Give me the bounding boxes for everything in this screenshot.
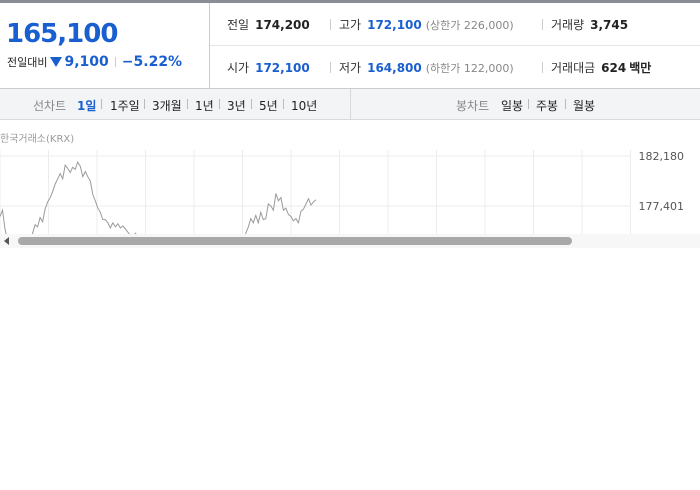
change-percent: −5.22% bbox=[121, 54, 183, 70]
scroll-left-arrow-icon[interactable] bbox=[4, 237, 9, 245]
price-chart-svg: 182,180 177,401 bbox=[0, 150, 685, 234]
stat-label: 고가 bbox=[339, 18, 362, 32]
stat-unit: 백만 bbox=[629, 61, 652, 75]
y-tick-label: 177,401 bbox=[639, 200, 685, 213]
divider bbox=[542, 19, 543, 30]
stat-label: 전일 bbox=[227, 18, 250, 32]
current-price: 165,100 bbox=[6, 19, 118, 49]
price-stats: 전일 174,200 고가 172,100 (상한가 226,000) 거래량 3,74… bbox=[210, 3, 700, 88]
stock-summary: 165,100 전일대비 9,100 −5.22% 전일 174,200 고가 172,… bbox=[0, 3, 700, 89]
candle-chart-tabs: 봉차트 일봉 주봉 월봉 bbox=[351, 89, 700, 119]
divider bbox=[187, 99, 188, 109]
stat-value: 3,745 bbox=[590, 18, 629, 32]
tab-3-months[interactable]: 3개월 bbox=[152, 97, 182, 114]
stat-high: 고가 172,100 (상한가 226,000) bbox=[330, 16, 514, 33]
tab-daily-candle[interactable]: 일봉 bbox=[501, 97, 523, 114]
stat-label: 시가 bbox=[227, 61, 250, 75]
price-box: 165,100 전일대비 9,100 −5.22% bbox=[0, 3, 210, 88]
divider bbox=[565, 99, 566, 109]
divider bbox=[114, 57, 116, 67]
stat-low: 저가 164,800 (하한가 122,000) bbox=[330, 59, 514, 76]
tab-1-day[interactable]: 1일 bbox=[77, 97, 96, 114]
stat-label: 거래량 bbox=[551, 18, 585, 32]
row-divider bbox=[210, 45, 700, 46]
change-row: 전일대비 9,100 −5.22% bbox=[7, 54, 182, 70]
chart-tabs: 선차트 1일 1주일 3개월 1년 3년 5년 10년 봉차트 일봉 주봉 월봉 bbox=[0, 89, 700, 120]
stat-value: 624 bbox=[601, 61, 627, 75]
divider bbox=[251, 99, 252, 109]
change-label: 전일대비 bbox=[7, 56, 48, 69]
stat-open: 시가 172,100 bbox=[227, 59, 310, 76]
down-triangle-icon bbox=[50, 57, 63, 67]
stat-value: 172,100 bbox=[255, 61, 310, 75]
candle-chart-title: 봉차트 bbox=[456, 99, 490, 113]
price-line bbox=[0, 160, 317, 234]
tab-5-years[interactable]: 5년 bbox=[259, 97, 278, 114]
price-chart: 182,180 177,401 bbox=[0, 120, 700, 234]
tab-10-years[interactable]: 10년 bbox=[291, 97, 317, 114]
tab-1-week[interactable]: 1주일 bbox=[110, 97, 140, 114]
stat-turnover: 거래대금 624 백만 bbox=[542, 59, 651, 76]
stat-prev-close: 전일 174,200 bbox=[227, 16, 310, 33]
tab-3-years[interactable]: 3년 bbox=[227, 97, 246, 114]
divider bbox=[528, 99, 529, 109]
divider bbox=[101, 99, 102, 109]
y-tick-label: 182,180 bbox=[639, 150, 685, 163]
divider bbox=[283, 99, 284, 109]
stat-label: 저가 bbox=[339, 61, 362, 75]
change-value: 9,100 bbox=[64, 54, 109, 70]
line-chart-tabs: 선차트 1일 1주일 3개월 1년 3년 5년 10년 bbox=[0, 89, 351, 119]
divider bbox=[330, 62, 331, 73]
scroll-thumb[interactable] bbox=[18, 237, 572, 245]
upper-limit: (상한가 226,000) bbox=[425, 19, 514, 32]
chart-scrollbar[interactable] bbox=[0, 234, 700, 248]
stat-value: 174,200 bbox=[255, 18, 310, 32]
tab-1-year[interactable]: 1년 bbox=[195, 97, 214, 114]
stat-volume: 거래량 3,745 bbox=[542, 16, 628, 33]
tab-monthly-candle[interactable]: 월봉 bbox=[573, 97, 595, 114]
divider bbox=[330, 19, 331, 30]
stat-label: 거래대금 bbox=[551, 61, 596, 75]
tab-weekly-candle[interactable]: 주봉 bbox=[536, 97, 558, 114]
stat-value: 172,100 bbox=[367, 18, 422, 32]
stat-value: 164,800 bbox=[367, 61, 422, 75]
lower-limit: (하한가 122,000) bbox=[425, 62, 514, 75]
divider bbox=[219, 99, 220, 109]
divider bbox=[144, 99, 145, 109]
divider bbox=[542, 62, 543, 73]
line-chart-title: 선차트 bbox=[33, 99, 67, 113]
